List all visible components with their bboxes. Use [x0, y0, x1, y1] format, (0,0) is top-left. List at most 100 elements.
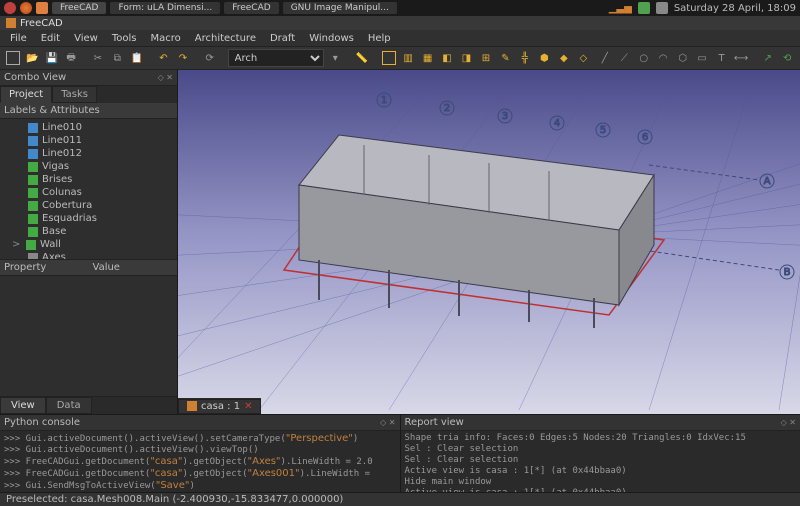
refresh-button[interactable]: ⟳ — [201, 48, 218, 68]
svg-text:4: 4 — [554, 118, 560, 129]
tree-item-brises[interactable]: Brises — [0, 173, 177, 186]
close-document-icon[interactable]: ✕ — [244, 401, 252, 412]
expand-icon[interactable]: > — [12, 239, 22, 250]
arch-remove-button[interactable]: ◇ — [575, 48, 592, 68]
arch-floor-button[interactable]: ▦ — [419, 48, 436, 68]
draft-rotate-button[interactable]: ⟲ — [778, 48, 795, 68]
tray-graph-icon[interactable]: ▁▃▅ — [609, 3, 632, 14]
draft-line-button[interactable]: ╱ — [596, 48, 613, 68]
arch-axis-button[interactable]: ╬ — [516, 48, 533, 68]
tray-network-icon[interactable] — [638, 2, 650, 14]
menu-macro[interactable]: Macro — [144, 32, 186, 45]
tree-item-line012[interactable]: Line012 — [0, 147, 177, 160]
draft-dimension-button[interactable]: ⟷ — [732, 48, 749, 68]
svg-text:2: 2 — [444, 103, 450, 114]
workbench-dropdown-icon[interactable]: ▾ — [326, 48, 343, 68]
taskbar-tab-form[interactable]: Form: uLA Dimensi... — [110, 2, 220, 14]
document-icon — [187, 401, 197, 411]
tab-view[interactable]: View — [0, 397, 46, 414]
open-button[interactable]: 📂 — [23, 48, 40, 68]
tree-item-wall[interactable]: >Wall — [0, 238, 177, 251]
apps-icon[interactable] — [4, 2, 16, 14]
draft-move-button[interactable]: ↗ — [759, 48, 776, 68]
tree-item-line010[interactable]: Line010 — [0, 121, 177, 134]
group-icon — [28, 175, 38, 185]
arch-window-button[interactable]: ⊞ — [477, 48, 494, 68]
menu-architecture[interactable]: Architecture — [189, 32, 262, 45]
python-console-undock-icon[interactable]: ◇ ✕ — [380, 418, 395, 427]
taskbar-tab-freecad-2[interactable]: FreeCAD — [224, 2, 278, 14]
os-taskbar: FreeCAD Form: uLA Dimensi... FreeCAD GNU… — [0, 0, 800, 16]
svg-text:3: 3 — [502, 111, 508, 122]
arch-section-button[interactable]: ✎ — [497, 48, 514, 68]
new-button[interactable] — [4, 48, 21, 68]
prop-col-property: Property — [0, 260, 89, 275]
report-view-undock-icon[interactable]: ◇ ✕ — [781, 418, 796, 427]
property-header: Property Value — [0, 259, 177, 276]
measure-button[interactable]: 📏 — [353, 48, 370, 68]
tab-tasks[interactable]: Tasks — [52, 86, 97, 103]
property-body[interactable] — [0, 276, 177, 396]
draft-arc-button[interactable]: ◠ — [654, 48, 671, 68]
cut-button[interactable]: ✂ — [89, 48, 106, 68]
combo-view-panel: Combo View ◇ ✕ Project Tasks Labels & At… — [0, 70, 178, 414]
arch-wall-button[interactable] — [380, 48, 397, 68]
workbench-selector[interactable]: Arch — [228, 49, 325, 67]
taskbar-tab-freecad-1[interactable]: FreeCAD — [52, 2, 106, 14]
window-titlebar: FreeCAD — [0, 16, 800, 30]
document-tab-casa[interactable]: casa : 1 ✕ — [178, 399, 261, 414]
menu-help[interactable]: Help — [362, 32, 397, 45]
main-toolbar: 📂 💾 🖶 ✂ ⧉ 📋 ↶ ↷ ⟳ Arch ▾ 📏 ▥ ▦ ◧ ◨ ⊞ ✎ ╬… — [0, 46, 800, 70]
3d-viewport[interactable]: 1 2 3 4 5 6 A B — [178, 70, 800, 414]
tree-item-cobertura[interactable]: Cobertura — [0, 199, 177, 212]
clock[interactable]: Saturday 28 April, 18:09 — [674, 3, 796, 14]
arch-building-button[interactable]: ◧ — [438, 48, 455, 68]
report-view-panel: Report view ◇ ✕ Shape tria info: Faces:0… — [401, 415, 800, 492]
save-button[interactable]: 💾 — [43, 48, 60, 68]
svg-text:A: A — [764, 176, 771, 187]
print-button[interactable]: 🖶 — [62, 48, 79, 68]
menu-tools[interactable]: Tools — [106, 32, 143, 45]
draft-circle-button[interactable]: ○ — [635, 48, 652, 68]
blender-icon[interactable] — [36, 2, 48, 14]
menu-draft[interactable]: Draft — [264, 32, 301, 45]
prop-col-value: Value — [89, 260, 178, 275]
draft-polygon-button[interactable]: ⬡ — [674, 48, 691, 68]
viewport-scene: 1 2 3 4 5 6 A B — [178, 70, 800, 414]
redo-button[interactable]: ↷ — [174, 48, 191, 68]
line-icon — [28, 149, 38, 159]
firefox-icon[interactable] — [20, 2, 32, 14]
menu-file[interactable]: File — [4, 32, 33, 45]
report-view[interactable]: Shape tria info: Faces:0 Edges:5 Nodes:2… — [401, 431, 800, 492]
tray-volume-icon[interactable] — [656, 2, 668, 14]
arch-add-button[interactable]: ◆ — [555, 48, 572, 68]
draft-rect-button[interactable]: ▭ — [693, 48, 710, 68]
tree-item-vigas[interactable]: Vigas — [0, 160, 177, 173]
arch-structure-button[interactable]: ▥ — [399, 48, 416, 68]
tree-item-axes[interactable]: Axes — [0, 251, 177, 259]
menu-bar: File Edit View Tools Macro Architecture … — [0, 30, 800, 46]
paste-button[interactable]: 📋 — [128, 48, 145, 68]
menu-edit[interactable]: Edit — [35, 32, 66, 45]
tab-project[interactable]: Project — [0, 86, 52, 103]
tree-header: Labels & Attributes — [0, 103, 177, 119]
arch-roof-button[interactable]: ⬢ — [536, 48, 553, 68]
arch-site-button[interactable]: ◨ — [458, 48, 475, 68]
tree-item-base[interactable]: Base — [0, 225, 177, 238]
draft-text-button[interactable]: T — [713, 48, 730, 68]
draft-wire-button[interactable]: ⟋ — [616, 48, 633, 68]
python-console[interactable]: >>> Gui.activeDocument().activeView().se… — [0, 431, 400, 492]
tree-item-colunas[interactable]: Colunas — [0, 186, 177, 199]
group-icon — [28, 214, 38, 224]
copy-button[interactable]: ⧉ — [109, 48, 126, 68]
tab-data[interactable]: Data — [46, 397, 92, 414]
tree-item-line011[interactable]: Line011 — [0, 134, 177, 147]
model-tree[interactable]: Line010 Line011 Line012 Vigas Brises Col… — [0, 119, 177, 259]
menu-view[interactable]: View — [68, 32, 104, 45]
combo-view-undock-icon[interactable]: ◇ ✕ — [158, 73, 173, 82]
menu-windows[interactable]: Windows — [303, 32, 360, 45]
undo-button[interactable]: ↶ — [155, 48, 172, 68]
taskbar-tab-gimp[interactable]: GNU Image Manipul... — [283, 2, 397, 14]
tree-item-esquadrias[interactable]: Esquadrias — [0, 212, 177, 225]
group-icon — [28, 188, 38, 198]
